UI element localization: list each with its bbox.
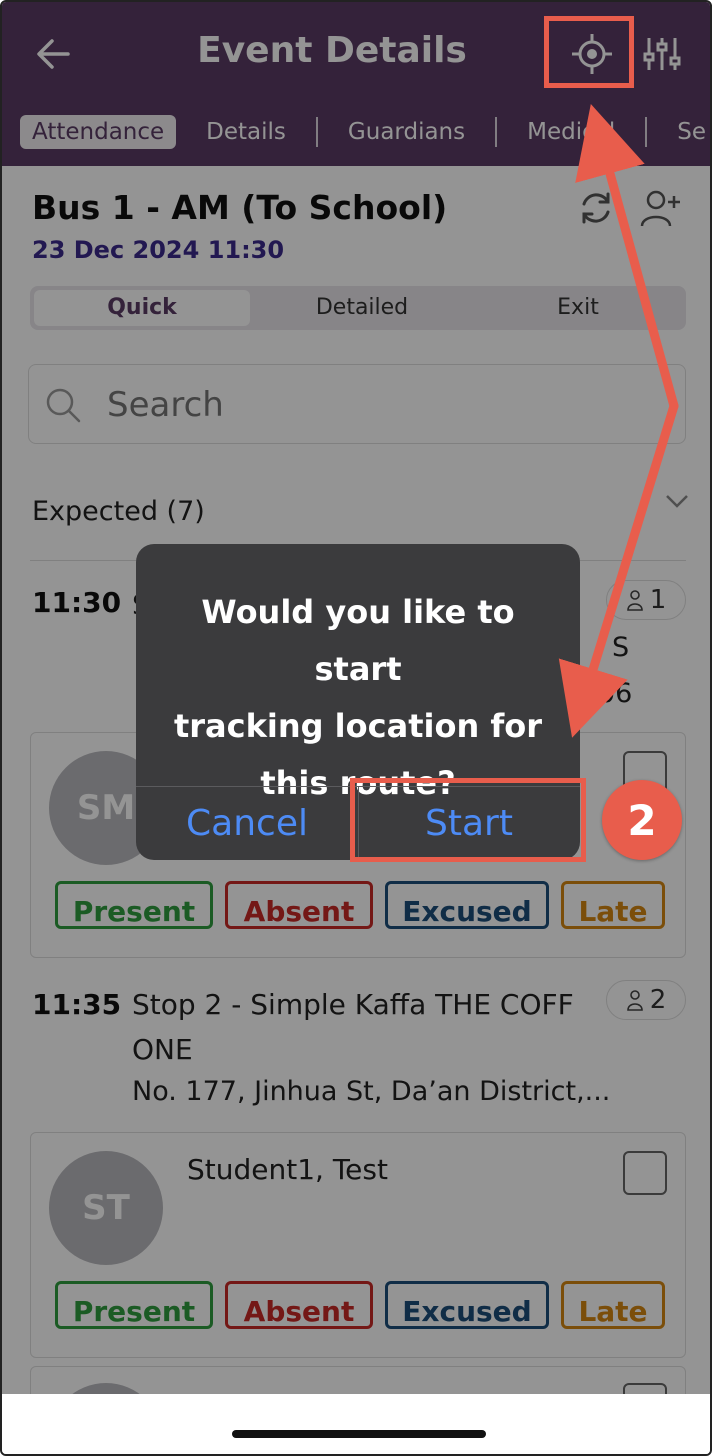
step-number-badge: 2	[602, 780, 682, 860]
dialog-message-line: tracking location for	[173, 707, 543, 745]
cancel-button[interactable]: Cancel	[136, 786, 358, 860]
location-icon-highlight	[544, 16, 634, 88]
dialog-message-line: Would you like to start	[201, 593, 515, 688]
start-button-highlight	[350, 778, 586, 862]
home-area	[2, 1394, 710, 1454]
home-indicator[interactable]	[232, 1430, 486, 1438]
phone-screen: Event Details Attendance Details Guardia…	[0, 0, 712, 1456]
